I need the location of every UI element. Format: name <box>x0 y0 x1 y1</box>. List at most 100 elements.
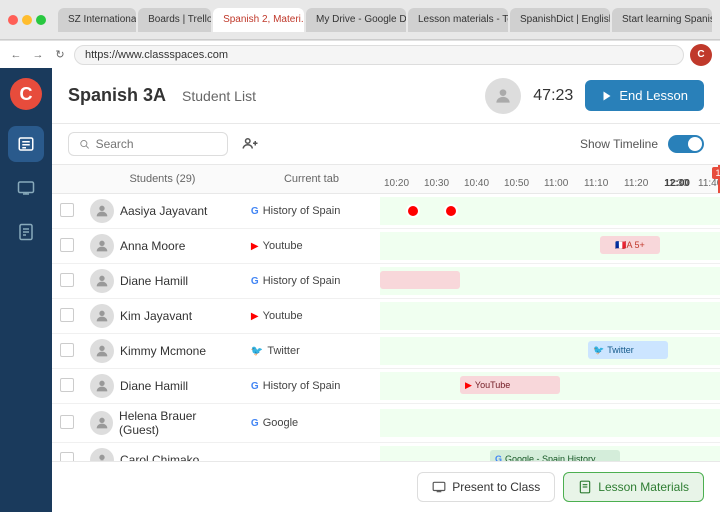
app-container: C Spanish 3A Student List 47:23 <box>0 68 720 512</box>
current-tab-label: History of Spain <box>263 380 341 392</box>
timeline-cell: G Google - Spain History <box>380 446 720 461</box>
row-checkbox[interactable] <box>60 378 74 392</box>
timeline-cell <box>380 302 720 330</box>
google-icon: G <box>251 206 259 217</box>
avatar <box>90 448 114 461</box>
google-bar-icon: G <box>495 454 502 461</box>
table-row: Carol Chimako G Google - Spain History <box>52 443 720 462</box>
close-dot[interactable] <box>8 15 18 25</box>
avatar <box>90 339 114 363</box>
present-icon <box>432 480 446 494</box>
browser-tab-spanishdict[interactable]: SpanishDict | English t... <box>510 8 610 32</box>
table-row: Diane Hamill G History of Spain <box>52 369 720 404</box>
page-header: Spanish 3A Student List 47:23 End Lesson <box>52 68 720 124</box>
browser-tab-lesson[interactable]: Lesson materials - Te... <box>408 8 508 32</box>
user-avatar: C <box>690 44 712 66</box>
timeline-cell: ▶ YouTube <box>380 372 720 400</box>
student-table-container: Students (29) Current tab 10:20 10:30 10… <box>52 165 720 461</box>
tab-cell: G Google <box>251 417 372 429</box>
col-timeline-header: 10:20 10:30 10:40 10:50 11:00 11:10 11:2… <box>380 165 720 194</box>
row-checkbox[interactable] <box>60 308 74 322</box>
student-cell: Kimmy Mcmone <box>90 339 235 363</box>
col-check <box>52 165 82 194</box>
avatar <box>90 199 114 223</box>
add-student-button[interactable] <box>238 132 262 156</box>
search-input[interactable] <box>96 137 217 151</box>
timeline-bar <box>380 271 460 289</box>
twitter-icon: 🐦 <box>251 346 263 357</box>
current-tab-label: Youtube <box>263 310 303 322</box>
sidebar: C <box>0 68 52 512</box>
avatar <box>90 304 114 328</box>
timeline-cell <box>380 267 720 295</box>
refresh-button[interactable]: ↻ <box>52 47 68 63</box>
end-lesson-button[interactable]: End Lesson <box>585 80 704 111</box>
current-tab-label: Youtube <box>263 240 303 252</box>
student-cell: Aasiya Jayavant <box>90 199 235 223</box>
table-row: Kim Jayavant ▶ Youtube <box>52 299 720 334</box>
sidebar-item-roster[interactable] <box>8 126 44 162</box>
current-tab-label: History of Spain <box>263 205 341 217</box>
row-checkbox[interactable] <box>60 203 74 217</box>
browser-tab-trello[interactable]: Boards | Trello <box>138 8 211 32</box>
table-row: Helena Brauer (Guest) G Google <box>52 404 720 443</box>
timeline-cell <box>380 197 720 225</box>
avatar <box>90 269 114 293</box>
timeline-bar: 🐦 Twitter <box>588 341 668 359</box>
table-row: Anna Moore ▶ Youtube 🇫🇷A 5+ <box>52 229 720 264</box>
minimize-dot[interactable] <box>22 15 32 25</box>
header-avatar <box>485 78 521 114</box>
tab-cell: G History of Spain <box>251 275 372 287</box>
current-tab-label: Twitter <box>267 345 299 357</box>
search-box[interactable] <box>68 132 228 156</box>
browser-tab-sz[interactable]: SZ International <box>58 8 136 32</box>
google-icon: G <box>251 381 259 392</box>
browser-tabs: SZ International Boards | Trello Spanish… <box>58 8 712 32</box>
student-name: Diane Hamill <box>120 379 188 393</box>
url-bar[interactable]: https://www.classspaces.com <box>74 45 684 65</box>
footer: Present to Class Lesson Materials <box>52 461 720 512</box>
row-checkbox[interactable] <box>60 238 74 252</box>
current-tab-label: History of Spain <box>263 275 341 287</box>
sidebar-item-screen[interactable] <box>8 170 44 206</box>
tab-cell: 🐦 Twitter <box>251 345 372 357</box>
google-icon: G <box>251 418 259 429</box>
student-name: Carol Chimako <box>120 453 199 461</box>
timeline-cell <box>380 409 720 437</box>
row-checkbox[interactable] <box>60 452 74 462</box>
avatar <box>90 234 114 258</box>
toggle-knob <box>688 137 702 151</box>
table-row: Aasiya Jayavant G History of Spain <box>52 194 720 229</box>
student-name: Aasiya Jayavant <box>120 204 207 218</box>
youtube-icon: ▶ <box>251 311 259 322</box>
browser-tab-spanish[interactable]: Spanish 2, Materi... <box>213 8 304 32</box>
table-row: Kimmy Mcmone 🐦 Twitter <box>52 334 720 369</box>
maximize-dot[interactable] <box>36 15 46 25</box>
browser-tab-learn[interactable]: Start learning Spanish... <box>612 8 712 32</box>
current-tab-label: Google <box>263 417 298 429</box>
sidebar-item-materials[interactable] <box>8 214 44 250</box>
student-cell: Helena Brauer (Guest) <box>90 409 235 437</box>
youtube-icon: ▶ <box>251 241 259 252</box>
present-to-class-button[interactable]: Present to Class <box>417 472 555 502</box>
window-controls <box>8 15 46 25</box>
timeline-bar: 🇫🇷A 5+ <box>600 236 660 254</box>
forward-button[interactable]: → <box>30 47 46 63</box>
back-button[interactable]: ← <box>8 47 24 63</box>
yt-marker <box>406 204 420 218</box>
student-name: Anna Moore <box>120 239 185 253</box>
tab-cell: ▶ Youtube <box>251 310 372 322</box>
lesson-materials-button[interactable]: Lesson Materials <box>563 472 704 502</box>
row-checkbox[interactable] <box>60 415 74 429</box>
timeline-cell: 🐦 Twitter <box>380 337 720 365</box>
student-name: Diane Hamill <box>120 274 188 288</box>
student-name: Helena Brauer (Guest) <box>119 409 235 437</box>
row-checkbox[interactable] <box>60 343 74 357</box>
timeline-bar: ▶ YouTube <box>460 376 560 394</box>
avatar <box>90 374 114 398</box>
row-checkbox[interactable] <box>60 273 74 287</box>
browser-tab-drive[interactable]: My Drive - Google Dri... <box>306 8 406 32</box>
student-cell: Anna Moore <box>90 234 235 258</box>
timeline-toggle[interactable] <box>668 135 704 153</box>
student-table: Students (29) Current tab 10:20 10:30 10… <box>52 165 720 461</box>
